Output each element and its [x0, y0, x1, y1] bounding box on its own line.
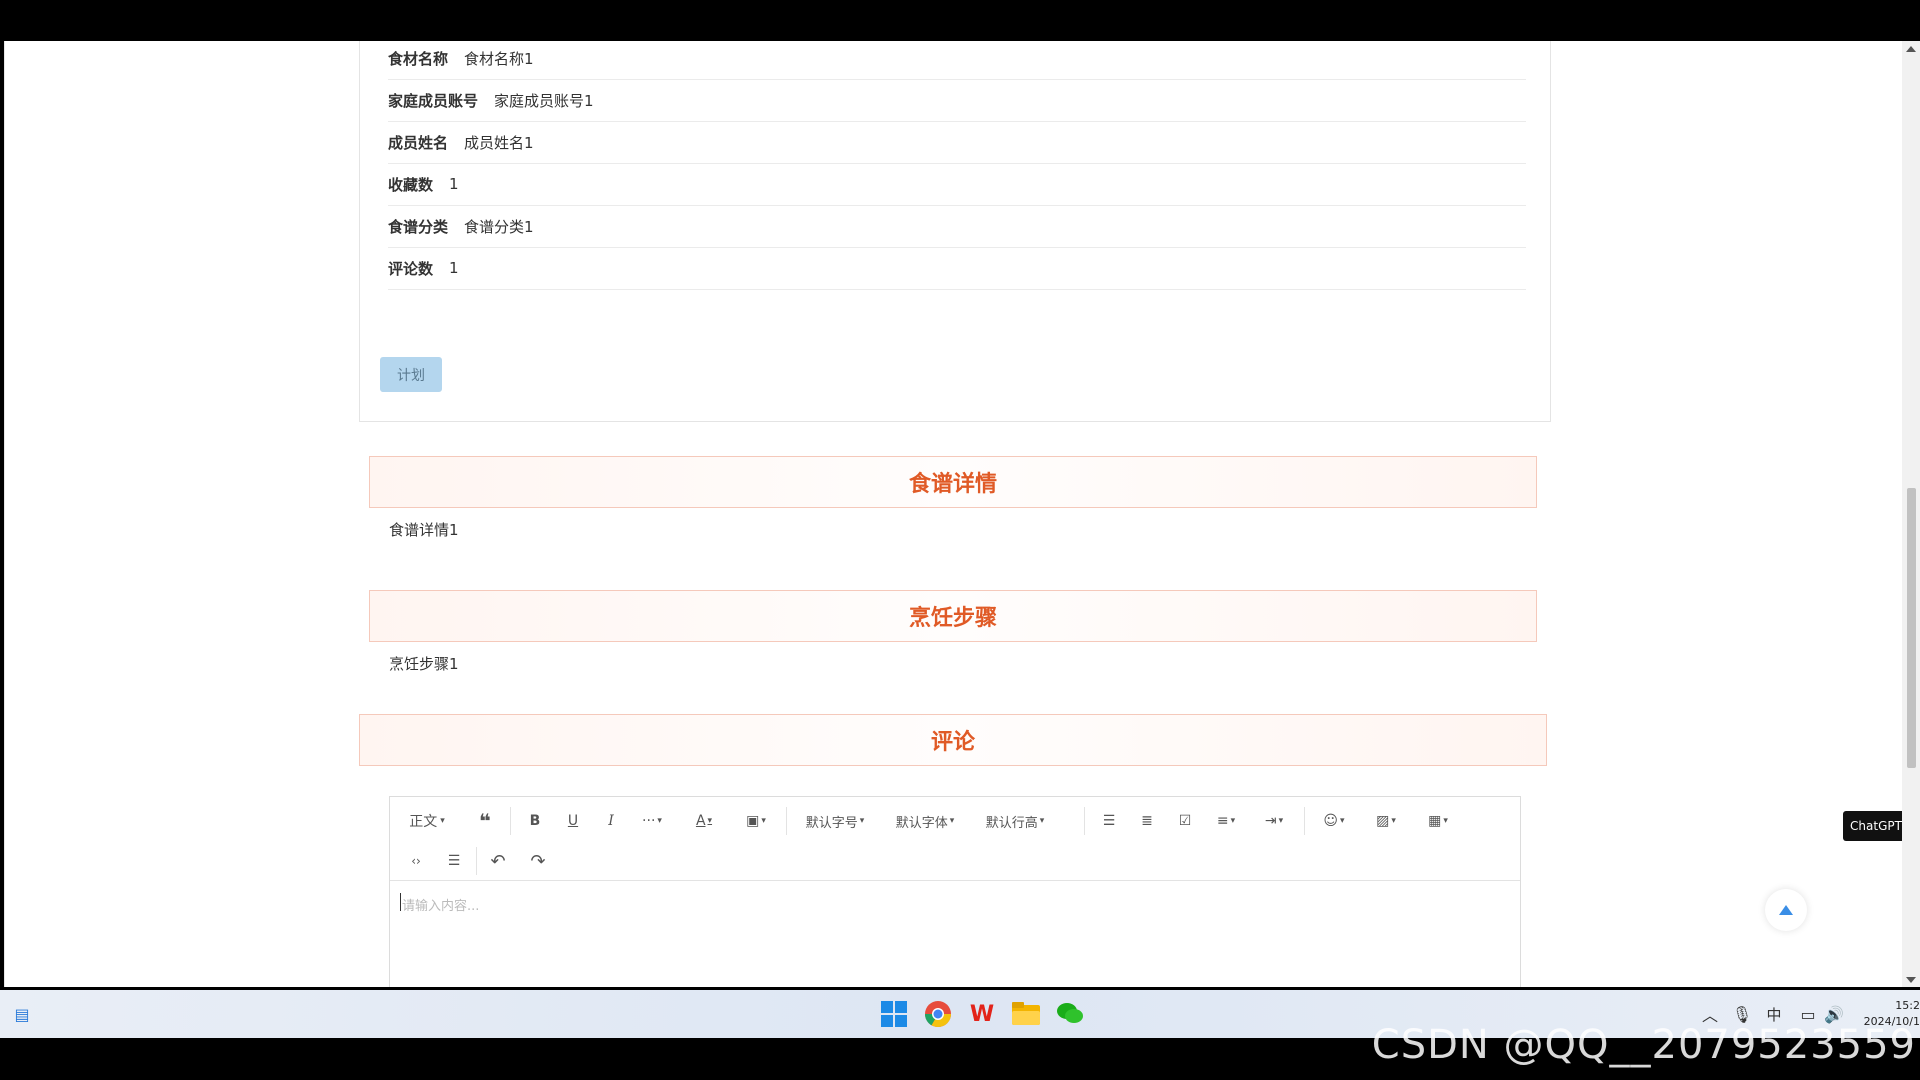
indent-icon[interactable]: ⇥ ▾	[1256, 807, 1292, 835]
field-row-family-account: 家庭成员账号 家庭成员账号1	[388, 79, 1526, 122]
page-content: 食材名称 食材名称1 家庭成员账号 家庭成员账号1 成员姓名 成员姓名1 收藏数…	[4, 41, 1903, 987]
editor-input[interactable]: 请输入内容...	[402, 895, 479, 914]
field-value: 食谱分类1	[464, 217, 534, 236]
italic-icon[interactable]: I	[596, 807, 626, 835]
image-icon[interactable]: ▨ ▾	[1368, 807, 1404, 835]
field-value: 食材名称1	[464, 49, 534, 68]
browser-top-bar	[0, 0, 1920, 32]
arrow-up-icon	[1779, 905, 1793, 915]
field-row-comment-count: 评论数 1	[388, 247, 1526, 290]
wps-office-icon[interactable]: W	[964, 996, 1000, 1032]
align-icon[interactable]: ≡ ▾	[1208, 807, 1244, 835]
windows-start-icon[interactable]	[876, 996, 912, 1032]
field-value: 成员姓名1	[464, 133, 534, 152]
page-scrollbar[interactable]	[1902, 41, 1920, 987]
field-value: 1	[449, 259, 459, 277]
chevron-down-icon: ▾	[859, 816, 865, 826]
font-size-select[interactable]: 默认字号 ▾	[798, 807, 872, 835]
scroll-down-icon[interactable]	[1906, 977, 1916, 983]
field-row-favorites: 收藏数 1	[388, 163, 1526, 206]
undo-icon[interactable]: ↶	[484, 847, 512, 875]
comments-heading: 评论	[359, 714, 1547, 766]
recipe-detail-heading: 食谱详情	[369, 456, 1537, 508]
background-color-icon[interactable]: ▣ ▾	[738, 807, 774, 835]
csdn-watermark: CSDN @QQ__2079523559	[1371, 1022, 1916, 1068]
field-label: 家庭成员账号	[388, 91, 479, 110]
quote-icon[interactable]: ❝	[470, 807, 500, 835]
comment-editor: 正文 ▾ ❝ B U I ··· ▾ A ▾ ▣ ▾ 默认字号 ▾ 默认字体 ▾ 默认行高 ▾…	[389, 796, 1521, 987]
cooking-steps-text: 烹饪步骤1	[389, 655, 459, 673]
plan-button[interactable]: 计划	[380, 357, 442, 392]
text-caret	[400, 893, 401, 911]
font-size-select-value: 默认字号	[805, 815, 858, 831]
field-label: 食谱分类	[388, 217, 449, 236]
more-format-icon[interactable]: ··· ▾	[634, 807, 670, 835]
chevron-down-icon: ▾	[949, 816, 955, 826]
scroll-thumb[interactable]	[1907, 488, 1916, 768]
toolbar-divider	[1084, 807, 1085, 835]
clock-time: 15:2	[1895, 999, 1920, 1012]
todo-checkbox-icon[interactable]: ☑	[1170, 807, 1200, 835]
divider-line-icon[interactable]: ☰	[440, 847, 468, 875]
back-to-top-button[interactable]	[1765, 889, 1807, 931]
wechat-icon[interactable]	[1052, 996, 1088, 1032]
font-family-select[interactable]: 默认字体 ▾	[888, 807, 962, 835]
field-row-ingredient-name: 食材名称 食材名称1	[388, 41, 1526, 80]
cooking-steps-heading: 烹饪步骤	[369, 590, 1537, 642]
field-label: 成员姓名	[388, 133, 449, 152]
heading-select-value: 正文	[409, 814, 438, 830]
field-value: 1	[449, 175, 459, 193]
bold-icon[interactable]: B	[520, 807, 550, 835]
line-height-select-value: 默认行高	[985, 815, 1038, 831]
code-icon[interactable]: ‹›	[402, 847, 430, 875]
toolbar-divider	[476, 847, 477, 875]
chrome-icon[interactable]	[920, 996, 956, 1032]
field-value: 家庭成员账号1	[494, 91, 594, 110]
recipe-info-card: 食材名称 食材名称1 家庭成员账号 家庭成员账号1 成员姓名 成员姓名1 收藏数…	[359, 41, 1551, 422]
chevron-down-icon: ▾	[1039, 816, 1045, 826]
font-color-icon[interactable]: A ▾	[686, 807, 722, 835]
redo-icon[interactable]: ↷	[524, 847, 552, 875]
toolbar-divider	[786, 807, 787, 835]
numbered-list-icon[interactable]: ≣	[1132, 807, 1162, 835]
underline-icon[interactable]: U	[558, 807, 588, 835]
table-icon[interactable]: ▦ ▾	[1420, 807, 1456, 835]
toolbar-divider	[1304, 807, 1305, 835]
editor-toolbar: 正文 ▾ ❝ B U I ··· ▾ A ▾ ▣ ▾ 默认字号 ▾ 默认字体 ▾ 默认行高 ▾…	[390, 797, 1520, 881]
field-label: 食材名称	[388, 49, 449, 68]
recipe-detail-text: 食谱详情1	[389, 521, 459, 539]
chevron-down-icon: ▾	[440, 816, 445, 826]
toolbar-divider	[510, 807, 511, 835]
widgets-icon[interactable]: ▤	[10, 990, 34, 1038]
file-explorer-icon[interactable]	[1008, 996, 1044, 1032]
field-label: 评论数	[388, 259, 434, 278]
field-label: 收藏数	[388, 175, 434, 194]
line-height-select[interactable]: 默认行高 ▾	[978, 807, 1052, 835]
bulleted-list-icon[interactable]: ☰	[1094, 807, 1124, 835]
font-family-select-value: 默认字体	[895, 815, 948, 831]
emoji-icon[interactable]: ☺ ▾	[1316, 807, 1352, 835]
field-row-member-name: 成员姓名 成员姓名1	[388, 121, 1526, 164]
scroll-up-icon[interactable]	[1906, 46, 1916, 52]
heading-select[interactable]: 正文 ▾	[402, 807, 452, 835]
chatgpt-badge[interactable]: ChatGPT	[1843, 811, 1903, 841]
field-row-recipe-category: 食谱分类 食谱分类1	[388, 205, 1526, 248]
